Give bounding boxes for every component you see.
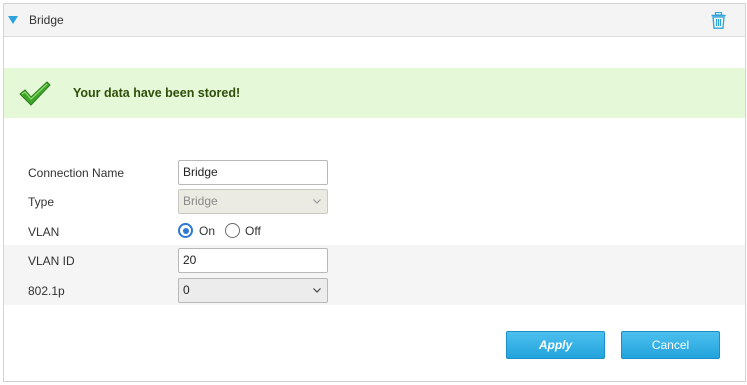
type-select: Bridge bbox=[178, 189, 328, 214]
vlan-row: VLAN On Off bbox=[4, 216, 745, 246]
cancel-button[interactable]: Cancel bbox=[621, 331, 720, 359]
priority-row: 802.1p 0 bbox=[4, 275, 745, 305]
vlan-id-row: VLAN ID 20 bbox=[4, 245, 745, 275]
vlan-id-input[interactable]: 20 bbox=[178, 248, 328, 273]
priority-value: 0 bbox=[183, 283, 190, 297]
chevron-down-icon bbox=[313, 288, 321, 293]
priority-select[interactable]: 0 bbox=[178, 278, 328, 303]
vlan-on-radio[interactable] bbox=[178, 223, 193, 238]
type-label: Type bbox=[28, 195, 55, 209]
bridge-panel: Bridge Your data have been stored! Conne… bbox=[3, 3, 746, 382]
chevron-down-icon bbox=[313, 199, 321, 204]
type-value: Bridge bbox=[183, 194, 218, 208]
connection-name-row: Connection Name Bridge bbox=[4, 157, 745, 187]
vlan-off-radio[interactable] bbox=[225, 223, 240, 238]
success-text: Your data have been stored! bbox=[73, 86, 241, 100]
vlan-id-label: VLAN ID bbox=[28, 254, 75, 268]
caret-down-icon[interactable] bbox=[8, 16, 18, 24]
panel-title: Bridge bbox=[29, 13, 64, 27]
vlan-label: VLAN bbox=[28, 225, 60, 239]
success-message: Your data have been stored! bbox=[4, 68, 745, 118]
vlan-on-label[interactable]: On bbox=[199, 224, 215, 238]
type-row: Type Bridge bbox=[4, 186, 745, 216]
trash-icon[interactable] bbox=[711, 12, 726, 29]
checkmark-icon bbox=[19, 81, 51, 106]
connection-name-input[interactable]: Bridge bbox=[178, 160, 328, 185]
vlan-off-label[interactable]: Off bbox=[245, 224, 261, 238]
apply-button[interactable]: Apply bbox=[506, 331, 605, 359]
connection-name-label: Connection Name bbox=[28, 166, 125, 180]
priority-label: 802.1p bbox=[28, 284, 65, 298]
panel-header[interactable]: Bridge bbox=[4, 4, 745, 37]
